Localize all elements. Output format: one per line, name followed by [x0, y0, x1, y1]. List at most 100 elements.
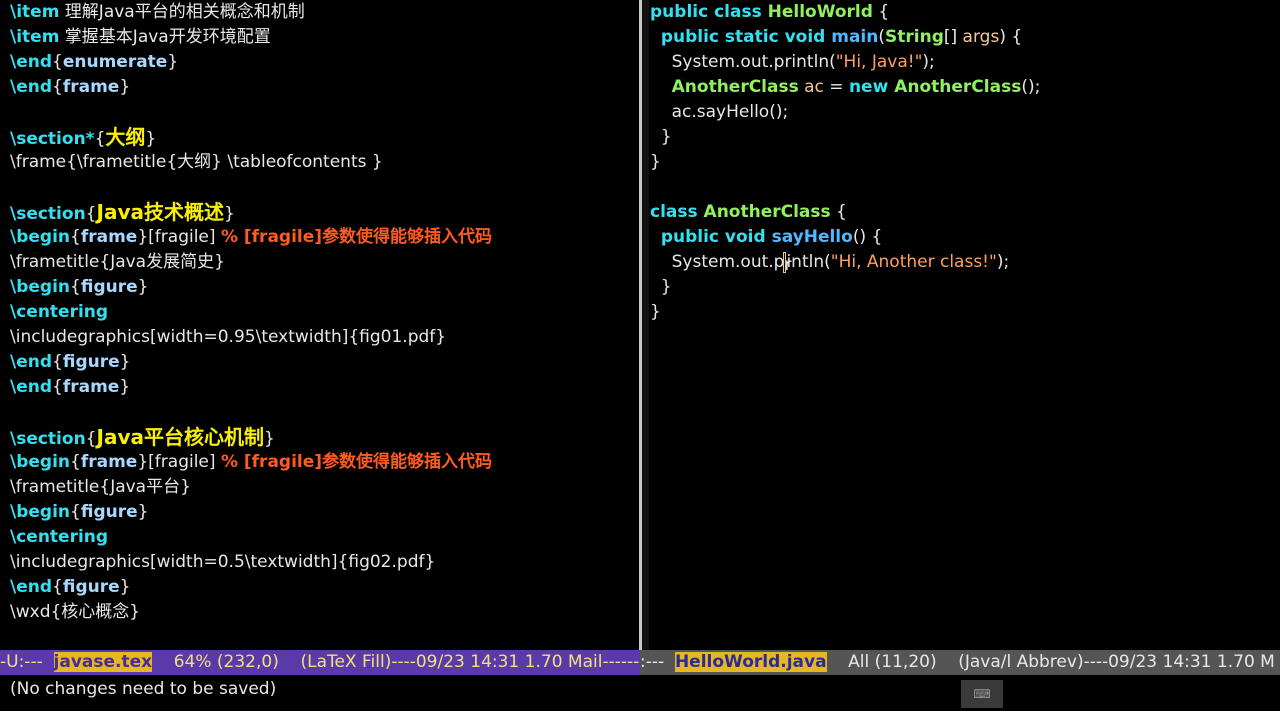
latex-command: \end: [10, 77, 53, 97]
editor-line[interactable]: \item 理解Java平台的相关概念和机制: [0, 0, 639, 25]
latex-argument: frame: [62, 377, 120, 397]
code-text: ();: [1021, 77, 1041, 97]
buffer-name[interactable]: javase.tex: [53, 652, 153, 672]
latex-command: \begin: [10, 452, 71, 472]
editor-line[interactable]: \end{frame}: [0, 75, 639, 100]
latex-command: \end: [10, 352, 53, 372]
latex-editor-pane[interactable]: \item 理解Java平台的相关概念和机制 \item 掌握基本Java开发环境…: [0, 0, 639, 650]
right-fringe: [642, 0, 649, 650]
code-line[interactable]: }: [649, 275, 1280, 300]
editor-line[interactable]: [0, 100, 639, 125]
brace: }: [119, 352, 131, 372]
editor-line[interactable]: \wxd{核心概念}: [0, 600, 639, 625]
latex-command: \begin: [10, 277, 71, 297]
latex-comment: % [fragile]参数使得能够插入代码: [220, 227, 493, 247]
editor-line[interactable]: \centering: [0, 300, 639, 325]
buffer-name[interactable]: HelloWorld.java: [674, 652, 827, 672]
editor-line[interactable]: \frametitle{Java平台}: [0, 475, 639, 500]
editor-line[interactable]: \begin{frame}[fragile] % [fragile]参数使得能够…: [0, 450, 639, 475]
code-line[interactable]: }: [649, 300, 1280, 325]
latex-argument: figure: [80, 502, 138, 522]
latex-argument: figure: [62, 352, 120, 372]
echo-area[interactable]: (No changes need to be saved): [0, 675, 1280, 711]
line-text: \frame{\frametitle{大纲} \tableofcontents …: [10, 152, 383, 172]
editor-line[interactable]: \end{enumerate}: [0, 50, 639, 75]
line-text: \wxd{核心概念}: [10, 602, 141, 622]
code-line[interactable]: class AnotherClass {: [649, 200, 1280, 225]
brace: {: [70, 277, 81, 297]
editor-line[interactable]: \centering: [0, 525, 639, 550]
code-text: }: [650, 277, 672, 297]
brace: {: [52, 377, 63, 397]
brace: {: [52, 77, 63, 97]
editor-line[interactable]: \section{Java技术概述}: [0, 200, 639, 225]
code-text: {: [872, 2, 890, 22]
modeline-prefix: -U:---: [0, 652, 54, 672]
latex-command: \section*: [10, 129, 95, 149]
brace: }: [137, 277, 149, 297]
code-text: System.out.p: [650, 252, 785, 272]
latex-command: \begin: [10, 227, 71, 247]
code-text: ) {: [999, 27, 1023, 47]
latex-command: \centering: [10, 527, 109, 547]
code-line[interactable]: ac.sayHello();: [649, 100, 1280, 125]
keyboard-icon[interactable]: ⌨: [961, 680, 1003, 708]
java-keyword: class: [650, 202, 704, 222]
code-line[interactable]: System.out.println("Hi, Another class!")…: [649, 250, 1280, 275]
editor-line[interactable]: \includegraphics[width=0.95\textwidth]{f…: [0, 325, 639, 350]
latex-command: \end: [10, 577, 53, 597]
editor-line[interactable]: \includegraphics[width=0.5\textwidth]{fi…: [0, 550, 639, 575]
line-text: \frametitle{Java平台}: [10, 477, 191, 497]
editor-line[interactable]: \frametitle{Java发展简史}: [0, 250, 639, 275]
editor-line[interactable]: \section*{大纲}: [0, 125, 639, 150]
modeline-left[interactable]: -U:--- javase.tex 64% (232,0) (LaTeX Fil…: [0, 650, 640, 675]
latex-argument: enumerate: [62, 52, 168, 72]
brace: {: [70, 227, 81, 247]
code-line[interactable]: }: [649, 125, 1280, 150]
latex-command: \end: [10, 52, 53, 72]
code-text: {: [830, 202, 847, 222]
java-string: "Hi, Java!": [835, 52, 923, 72]
editor-line[interactable]: \begin{figure}: [0, 500, 639, 525]
code-line[interactable]: [649, 175, 1280, 200]
java-keyword: public void: [660, 227, 772, 247]
code-line[interactable]: System.out.println("Hi, Java!");: [649, 50, 1280, 75]
java-string: "Hi, Another class!": [830, 252, 997, 272]
java-type: HelloWorld: [767, 2, 873, 22]
editor-line[interactable]: \end{frame}: [0, 375, 639, 400]
code-text: ac.sayHello();: [650, 102, 789, 122]
code-line[interactable]: }: [649, 150, 1280, 175]
line-text: \frametitle{Java发展简史}: [10, 252, 225, 272]
code-line[interactable]: public class HelloWorld {: [649, 0, 1280, 25]
java-method: main: [831, 27, 879, 47]
editor-line[interactable]: \begin{figure}: [0, 275, 639, 300]
editor-line[interactable]: \end{figure}: [0, 575, 639, 600]
code-text: }: [650, 152, 661, 172]
code-line[interactable]: public static void main(String[] args) {: [649, 25, 1280, 50]
modeline-right[interactable]: :--- HelloWorld.java All (11,20) (Java/l…: [640, 650, 1280, 675]
java-keyword: public class: [650, 2, 768, 22]
code-line[interactable]: AnotherClass ac = new AnotherClass();: [649, 75, 1280, 100]
editor-line[interactable]: \end{figure}: [0, 350, 639, 375]
java-type: AnotherClass: [703, 202, 831, 222]
editor-line[interactable]: \item 掌握基本Java开发环境配置: [0, 25, 639, 50]
brace: {: [70, 452, 81, 472]
code-text: System.out.println(: [650, 52, 836, 72]
editor-line[interactable]: \section{Java平台核心机制}: [0, 425, 639, 450]
line-text: 掌握基本Java开发环境配置: [59, 27, 271, 47]
brace: {: [94, 129, 106, 149]
editor-line[interactable]: \begin{frame}[fragile] % [fragile]参数使得能够…: [0, 225, 639, 250]
brace: }: [223, 204, 235, 224]
latex-argument: figure: [80, 277, 138, 297]
code-line[interactable]: public void sayHello() {: [649, 225, 1280, 250]
editor-line[interactable]: [0, 175, 639, 200]
editor-line[interactable]: [0, 400, 639, 425]
brace: {: [70, 502, 81, 522]
editor-line[interactable]: \frame{\frametitle{大纲} \tableofcontents …: [0, 150, 639, 175]
line-text: 理解Java平台的相关概念和机制: [59, 2, 305, 22]
line-text: [fragile]: [148, 227, 221, 247]
java-editor-pane[interactable]: public class HelloWorld { public static …: [649, 0, 1280, 650]
code-text: );: [922, 52, 935, 72]
